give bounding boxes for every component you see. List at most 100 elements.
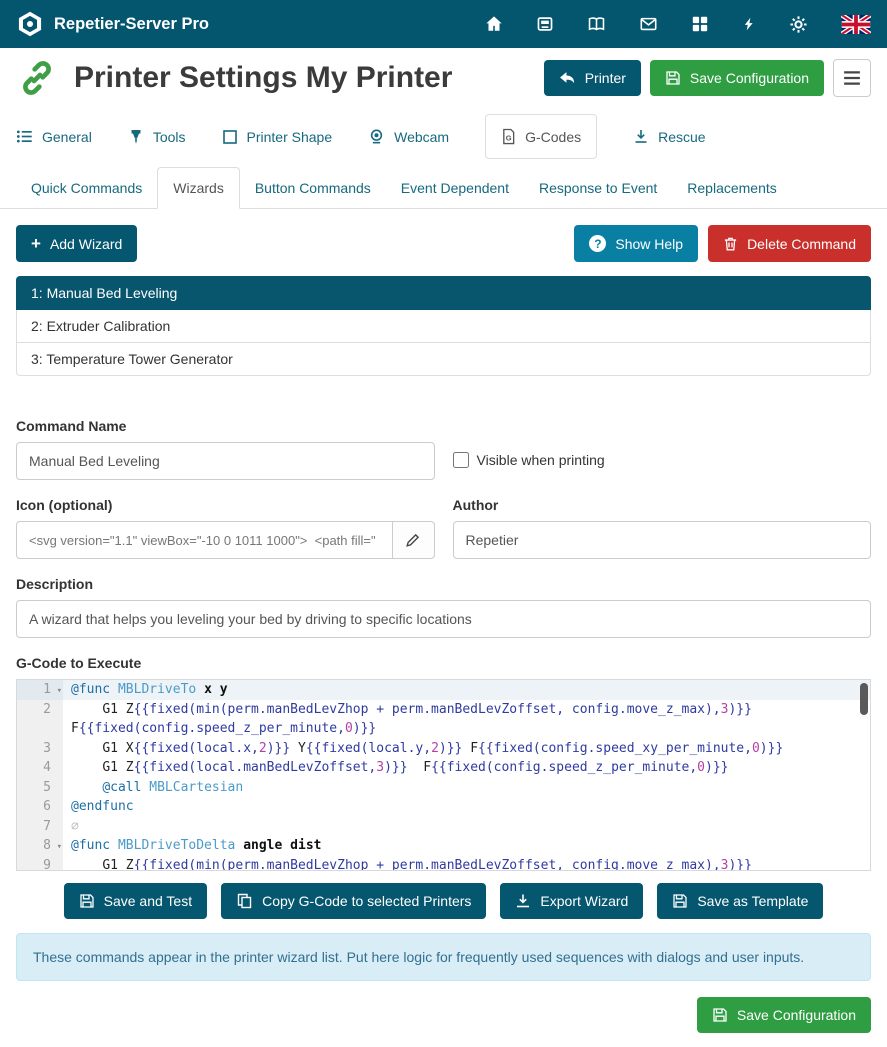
save-as-template-button[interactable]: Save as Template xyxy=(657,883,823,919)
code-line-content[interactable]: G1 Z{{fixed(min(perm.manBedLevZhop + per… xyxy=(63,856,870,872)
tab-tools[interactable]: Tools xyxy=(128,115,186,158)
add-wizard-label: Add Wizard xyxy=(50,236,122,252)
save-configuration-button-bottom[interactable]: Save Configuration xyxy=(697,997,871,1033)
code-line-content[interactable]: G1 X{{fixed(local.x,2)}} Y{{fixed(local.… xyxy=(63,739,870,759)
wizard-item-temperature-tower[interactable]: 3: Temperature Tower Generator xyxy=(16,343,871,376)
uk-flag-icon[interactable] xyxy=(841,15,871,34)
delete-command-button[interactable]: Delete Command xyxy=(708,225,871,262)
navbar-icons xyxy=(485,15,871,34)
visible-when-printing-label: Visible when printing xyxy=(477,452,605,468)
bolt-icon[interactable] xyxy=(742,15,756,33)
tab-webcam[interactable]: Webcam xyxy=(368,115,449,158)
printer-icon[interactable] xyxy=(536,15,554,33)
brand[interactable]: Repetier-Server Pro xyxy=(16,10,209,38)
wizard-item-manual-bed-leveling[interactable]: 1: Manual Bed Leveling xyxy=(16,276,871,310)
copy-icon xyxy=(236,893,253,909)
tab-rescue[interactable]: Rescue xyxy=(633,115,705,158)
page-title: Printer Settings My Printer xyxy=(74,61,452,95)
code-line[interactable]: 4 G1 Z{{fixed(local.manBedLevZoffset,3)}… xyxy=(17,758,870,778)
gcode-file-icon: G xyxy=(501,128,516,145)
author-input[interactable] xyxy=(453,521,872,559)
chain-link-icon xyxy=(16,58,58,98)
trash-icon xyxy=(723,236,738,252)
list-icon xyxy=(16,128,33,145)
tab-label: Printer Shape xyxy=(247,129,333,145)
save-and-test-label: Save and Test xyxy=(104,893,192,909)
code-line[interactable]: 3 G1 X{{fixed(local.x,2)}} Y{{fixed(loca… xyxy=(17,739,870,759)
code-line-content[interactable]: G1 Z{{fixed(min(perm.manBedLevZhop + per… xyxy=(63,700,870,739)
editor-scrollbar[interactable] xyxy=(860,683,868,715)
code-line-content[interactable]: ∅ xyxy=(63,817,870,837)
subtab-quick-commands[interactable]: Quick Commands xyxy=(16,168,157,208)
tab-general[interactable]: General xyxy=(16,115,92,158)
brand-title: Repetier-Server Pro xyxy=(54,15,209,34)
edit-icon-button[interactable] xyxy=(392,521,435,559)
repetier-logo-icon xyxy=(16,10,44,38)
book-icon[interactable] xyxy=(587,15,606,33)
icon-svg-input[interactable] xyxy=(16,521,392,559)
home-icon[interactable] xyxy=(485,15,503,33)
hamburger-icon xyxy=(843,70,861,86)
code-line-content[interactable]: @func MBLDriveTo x y xyxy=(63,680,870,700)
code-line[interactable]: 5 @call MBLCartesian xyxy=(17,778,870,798)
copy-gcode-label: Copy G-Code to selected Printers xyxy=(262,893,471,909)
tab-label: Rescue xyxy=(658,129,705,145)
tab-label: G-Codes xyxy=(525,129,581,145)
subtab-replacements[interactable]: Replacements xyxy=(672,168,792,208)
save-icon xyxy=(672,893,688,909)
code-line[interactable]: 8▾@func MBLDriveToDelta angle dist xyxy=(17,836,870,856)
subtab-wizards[interactable]: Wizards xyxy=(157,167,240,209)
page-header: Printer Settings My Printer Printer Save… xyxy=(0,48,887,106)
svg-text:G: G xyxy=(506,133,512,142)
wizard-item-extruder-calibration[interactable]: 2: Extruder Calibration xyxy=(16,310,871,343)
mail-icon[interactable] xyxy=(639,15,658,33)
subtab-button-commands[interactable]: Button Commands xyxy=(240,168,386,208)
menu-button[interactable] xyxy=(833,59,871,97)
copy-gcode-button[interactable]: Copy G-Code to selected Printers xyxy=(221,883,486,919)
top-navbar: Repetier-Server Pro xyxy=(0,0,887,48)
show-help-button[interactable]: ? Show Help xyxy=(574,225,698,262)
save-and-test-button[interactable]: Save and Test xyxy=(64,883,207,919)
subtab-response-to-event[interactable]: Response to Event xyxy=(524,168,672,208)
line-number: 8▾ xyxy=(17,836,63,856)
webcam-icon xyxy=(368,128,385,145)
wizard-form: Command Name Visible when printing Icon … xyxy=(16,418,871,871)
command-name-label: Command Name xyxy=(16,418,435,434)
code-line-content[interactable]: G1 Z{{fixed(local.manBedLevZoffset,3)}} … xyxy=(63,758,870,778)
tab-gcodes[interactable]: G G-Codes xyxy=(485,114,597,159)
line-number: 7 xyxy=(17,817,63,837)
grid-icon[interactable] xyxy=(691,15,709,33)
export-wizard-label: Export Wizard xyxy=(540,893,628,909)
command-name-input[interactable] xyxy=(16,442,435,480)
question-icon: ? xyxy=(589,235,606,252)
subtab-event-dependent[interactable]: Event Dependent xyxy=(386,168,524,208)
printer-button[interactable]: Printer xyxy=(544,60,641,96)
description-input[interactable] xyxy=(16,600,871,638)
gcode-editor[interactable]: 1▾@func MBLDriveTo x y2 G1 Z{{fixed(min(… xyxy=(16,679,871,871)
tab-printer-shape[interactable]: Printer Shape xyxy=(222,116,333,158)
printer-button-label: Printer xyxy=(585,70,626,86)
code-line[interactable]: 1▾@func MBLDriveTo x y xyxy=(17,680,870,700)
save-icon xyxy=(79,893,95,909)
tab-label: Webcam xyxy=(394,129,449,145)
code-line[interactable]: 6@endfunc xyxy=(17,797,870,817)
add-wizard-button[interactable]: + Add Wizard xyxy=(16,225,137,262)
show-help-label: Show Help xyxy=(615,236,683,252)
description-label: Description xyxy=(16,576,871,592)
line-number: 6 xyxy=(17,797,63,817)
code-line-content[interactable]: @func MBLDriveToDelta angle dist xyxy=(63,836,870,856)
code-line[interactable]: 9 G1 Z{{fixed(min(perm.manBedLevZhop + p… xyxy=(17,856,870,872)
code-line-content[interactable]: @call MBLCartesian xyxy=(63,778,870,798)
download-icon xyxy=(515,893,531,909)
settings-tabs: General Tools Printer Shape Webcam G G-C… xyxy=(0,106,887,159)
export-wizard-button[interactable]: Export Wizard xyxy=(500,883,643,919)
save-configuration-button-top[interactable]: Save Configuration xyxy=(650,60,824,96)
code-line[interactable]: 2 G1 Z{{fixed(min(perm.manBedLevZhop + p… xyxy=(17,700,870,739)
gear-icon[interactable] xyxy=(789,15,808,34)
back-arrow-icon xyxy=(559,71,576,86)
line-number: 2 xyxy=(17,700,63,739)
visible-when-printing-checkbox[interactable] xyxy=(453,452,469,468)
code-line-content[interactable]: @endfunc xyxy=(63,797,870,817)
code-line[interactable]: 7∅ xyxy=(17,817,870,837)
line-number: 3 xyxy=(17,739,63,759)
